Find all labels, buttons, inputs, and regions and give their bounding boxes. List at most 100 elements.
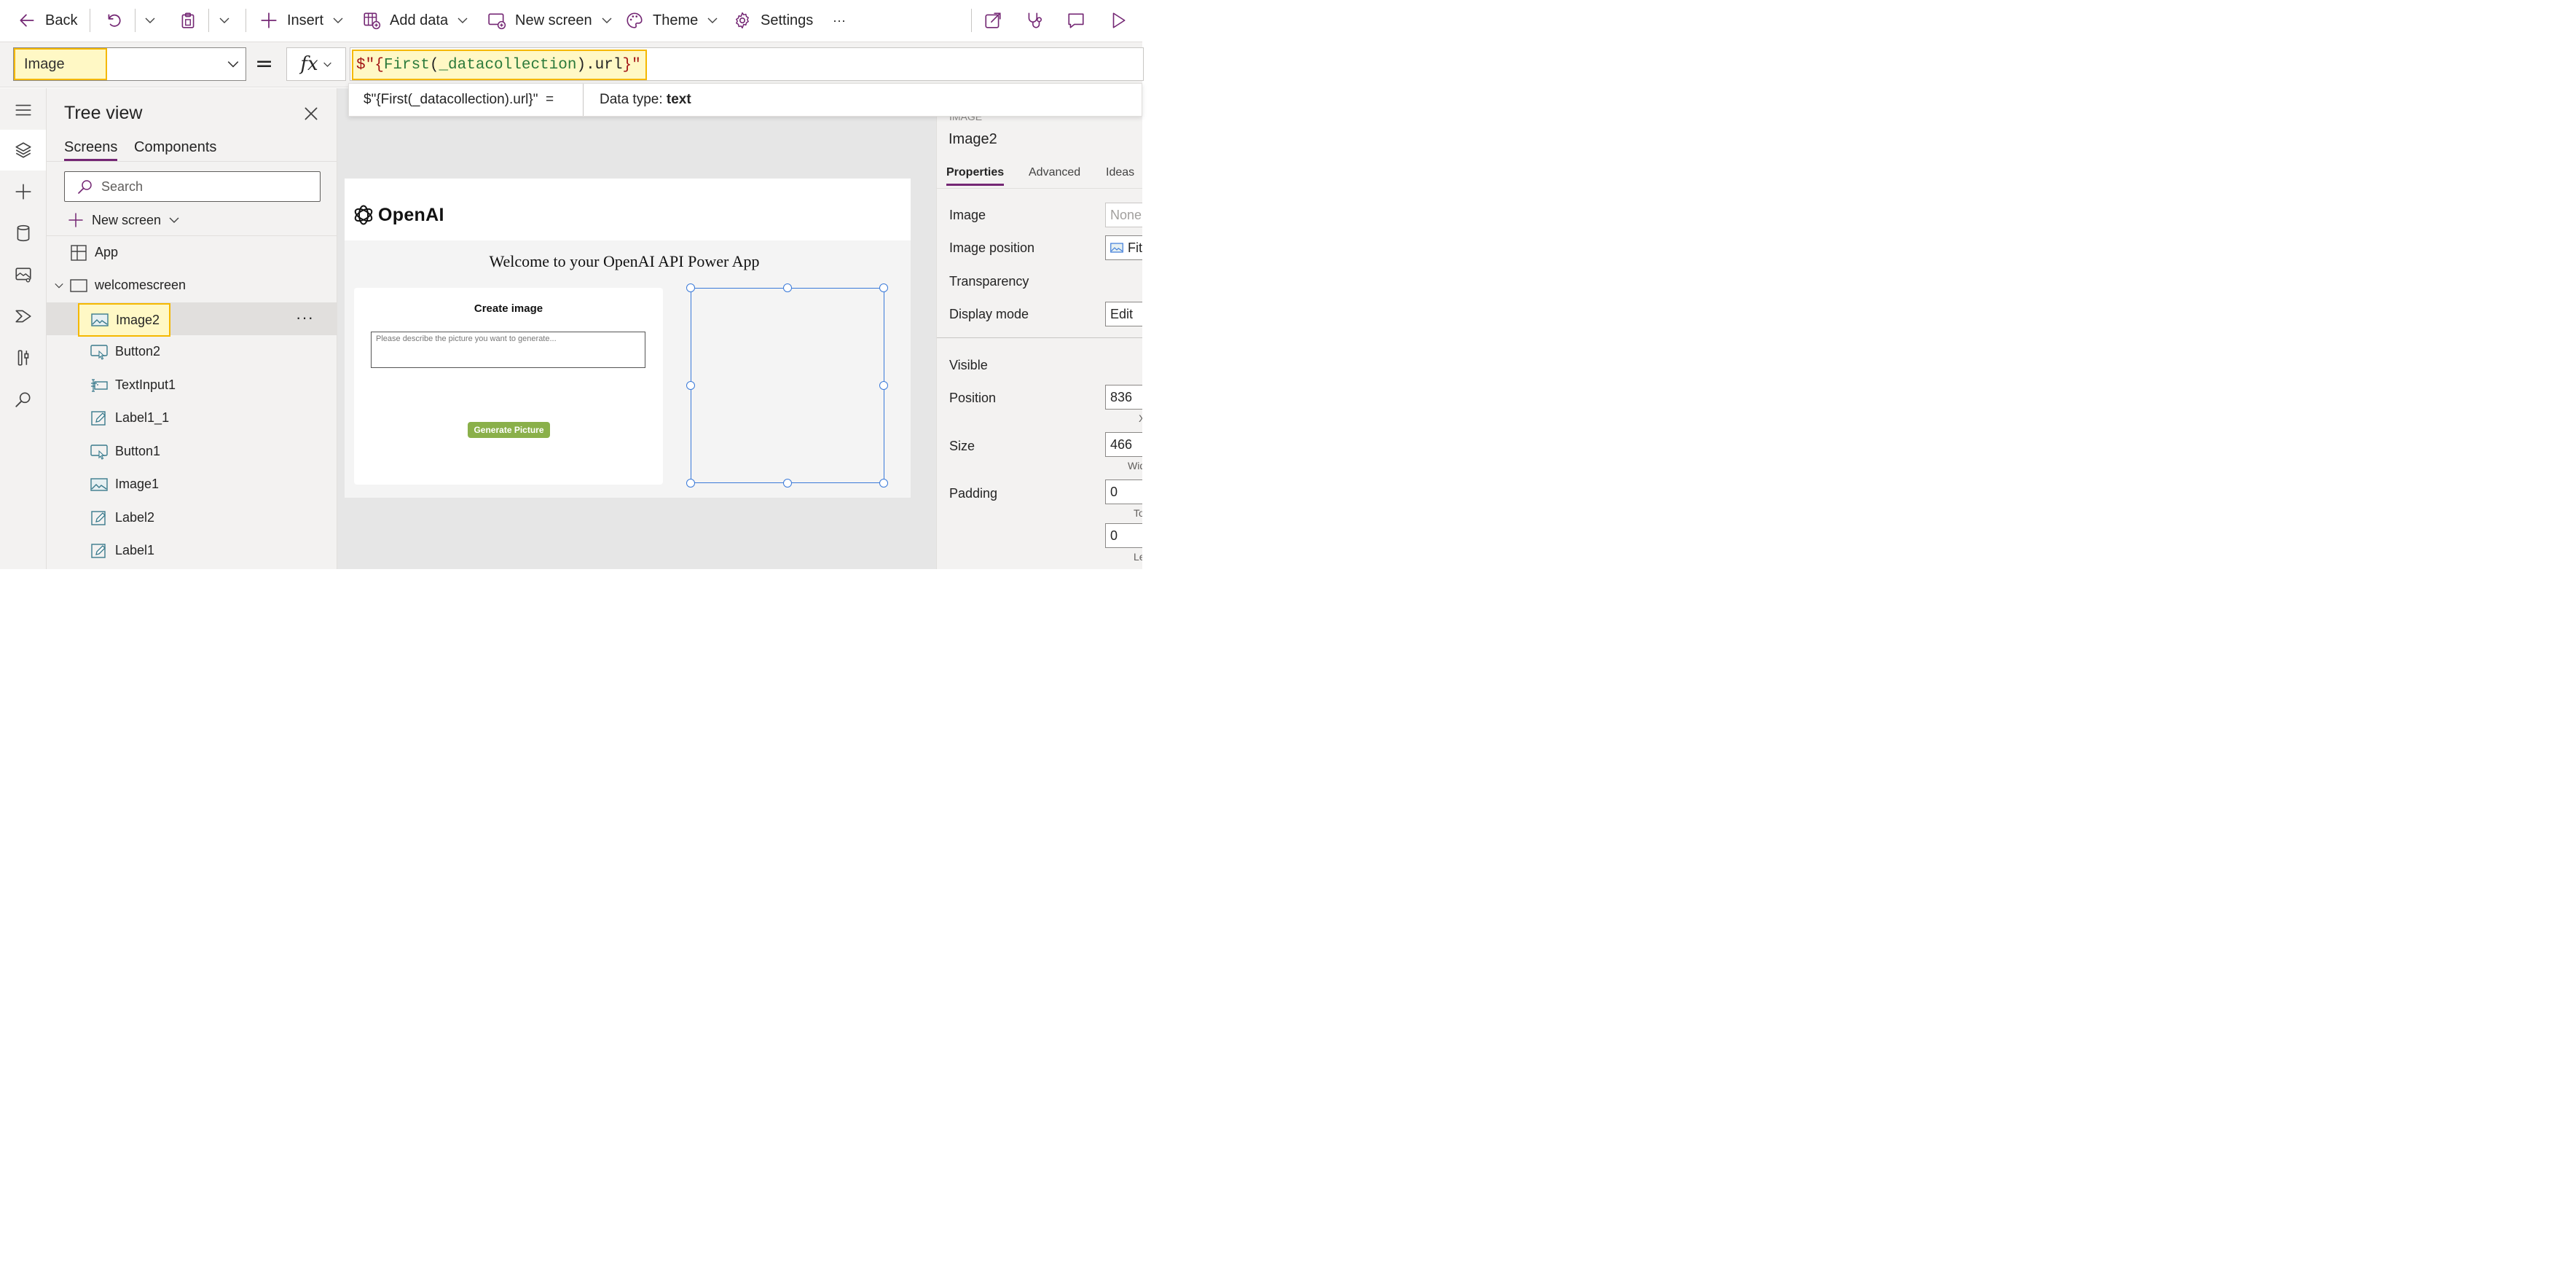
resize-handle[interactable] xyxy=(686,479,695,488)
more-options-button[interactable]: ··· xyxy=(296,308,314,327)
resize-handle[interactable] xyxy=(879,283,888,292)
formula-result-tooltip: $"{First(_datacollection).url}" = Data t… xyxy=(348,83,1142,117)
prop-visible-label: Visible xyxy=(949,358,988,372)
chevron-down-icon xyxy=(219,17,229,23)
tree-item-app[interactable]: App xyxy=(47,236,337,269)
app-screen-welcomescreen[interactable]: OpenAI Welcome to your OpenAI API Power … xyxy=(345,179,911,498)
tree-item-label: Image1 xyxy=(115,477,160,491)
image2-control[interactable] xyxy=(686,283,888,488)
button-icon xyxy=(90,344,108,360)
tree-item-label: Image2 xyxy=(116,312,160,327)
tree-view-title: Tree view xyxy=(64,103,143,123)
tree-item-image2[interactable]: Image2 ··· xyxy=(47,302,337,337)
tab-screens[interactable]: Screens xyxy=(64,139,118,161)
media-icon xyxy=(15,267,31,283)
add-data-button[interactable]: Add data xyxy=(362,0,468,41)
prop-transparency-label: Transparency xyxy=(949,274,1029,289)
tree-item-button1[interactable]: Button1 xyxy=(47,435,337,468)
formula-input[interactable]: $"{First(_datacollection).url}" xyxy=(350,47,1144,81)
formula-text: $"{First(_datacollection).url}" xyxy=(352,50,647,80)
rail-insert-button[interactable] xyxy=(0,171,46,212)
formula-data-type: Data type: text xyxy=(584,92,691,108)
tree-item-label1[interactable]: Label1 xyxy=(47,534,337,567)
chevron-down-icon xyxy=(169,217,179,223)
stethoscope-icon xyxy=(1028,12,1042,28)
rail-tree-view-button[interactable] xyxy=(0,130,46,171)
share-button[interactable] xyxy=(983,0,1002,41)
divider xyxy=(937,337,1142,338)
prop-image-position-select[interactable]: Fit xyxy=(1105,235,1142,260)
resize-handle[interactable] xyxy=(879,479,888,488)
toolbar-divider xyxy=(971,9,972,32)
rail-advanced-tools-button[interactable] xyxy=(0,337,46,378)
tab-properties[interactable]: Properties xyxy=(946,166,1005,186)
new-screen-label: New screen xyxy=(92,212,162,227)
control-name[interactable]: Image2 xyxy=(949,131,997,148)
create-image-label[interactable]: Create image xyxy=(354,302,663,315)
prop-image-position-value: Fit xyxy=(1128,240,1142,255)
undo-button[interactable] xyxy=(105,0,124,41)
formula-bar: Image = fx $"{First(_datacollection).url… xyxy=(0,42,1144,87)
preview-play-button[interactable] xyxy=(1109,0,1128,41)
settings-button[interactable]: Settings xyxy=(733,0,813,41)
paste-button[interactable] xyxy=(178,0,197,41)
tree-item-button2[interactable]: Button2 xyxy=(47,335,337,368)
chevron-down-icon[interactable] xyxy=(54,281,64,291)
command-bar: Back Insert Add data New screen Theme Se… xyxy=(0,0,1142,42)
resize-handle[interactable] xyxy=(879,381,888,390)
prop-display-mode-select[interactable]: Edit xyxy=(1105,302,1142,326)
tree-item-label1-1[interactable]: Label1_1 xyxy=(47,402,337,434)
property-dropdown[interactable]: Image xyxy=(13,47,246,81)
insert-button[interactable]: Insert xyxy=(259,0,344,41)
tree-new-screen-button[interactable]: New screen xyxy=(67,209,180,231)
tree-item-label2[interactable]: Label2 xyxy=(47,501,337,534)
close-icon[interactable] xyxy=(302,104,321,123)
canvas-area: OpenAI Welcome to your OpenAI API Power … xyxy=(337,88,936,569)
back-button[interactable]: Back xyxy=(17,0,77,41)
more-label: ··· xyxy=(833,12,846,28)
resize-handle[interactable] xyxy=(783,283,792,292)
comments-button[interactable] xyxy=(1067,0,1085,41)
more-commands-button[interactable]: ··· xyxy=(833,0,846,41)
rail-power-automate-button[interactable] xyxy=(0,296,46,337)
tab-components[interactable]: Components xyxy=(134,139,216,156)
tree-item-textinput1[interactable]: TextInput1 xyxy=(47,369,337,402)
prop-padding-left-input[interactable]: 0 xyxy=(1105,523,1142,548)
new-screen-label: New screen xyxy=(515,12,592,28)
generate-picture-button[interactable]: Generate Picture xyxy=(468,422,550,438)
create-image-card: Create image Please describe the picture… xyxy=(354,288,663,485)
theme-button[interactable]: Theme xyxy=(625,0,718,41)
new-screen-button[interactable]: New screen xyxy=(487,0,613,41)
prop-position-x-input[interactable]: 836 xyxy=(1105,385,1142,410)
tree-item-screen[interactable]: welcomescreen xyxy=(47,269,337,302)
app-checker-button[interactable] xyxy=(1025,0,1044,41)
openai-logo: OpenAI xyxy=(352,203,444,227)
data-type-value: text xyxy=(666,92,691,107)
welcome-label[interactable]: Welcome to your OpenAI API Power App xyxy=(345,252,904,271)
tree-item-label: Label1 xyxy=(115,543,155,557)
tree-item-image1[interactable]: Image1 xyxy=(47,468,337,501)
resize-handle[interactable] xyxy=(783,479,792,488)
rail-search-button[interactable] xyxy=(0,379,46,420)
divider xyxy=(937,188,1142,189)
prop-size-width-input[interactable]: 466 xyxy=(1105,432,1142,457)
prop-padding-top-input[interactable]: 0 xyxy=(1105,479,1142,504)
rail-menu-button[interactable] xyxy=(0,90,46,130)
rail-media-button[interactable] xyxy=(0,254,46,295)
play-icon xyxy=(1112,12,1126,28)
prop-image-select[interactable]: None xyxy=(1105,203,1142,227)
tab-advanced[interactable]: Advanced xyxy=(1029,166,1080,179)
tab-ideas[interactable]: Ideas xyxy=(1106,166,1134,179)
back-label: Back xyxy=(45,12,78,28)
rail-data-button[interactable] xyxy=(0,213,46,254)
resize-handle[interactable] xyxy=(686,283,695,292)
fx-button[interactable]: fx xyxy=(286,47,346,81)
prop-position-label: Position xyxy=(949,391,997,405)
undo-dropdown-button[interactable] xyxy=(144,0,156,41)
resize-handle[interactable] xyxy=(686,381,695,390)
paste-dropdown-button[interactable] xyxy=(219,0,230,41)
menu-icon xyxy=(15,104,31,116)
tools-icon xyxy=(17,350,28,366)
tree-search-input[interactable]: Search xyxy=(64,171,321,202)
prompt-text-input[interactable]: Please describe the picture you want to … xyxy=(371,332,645,368)
